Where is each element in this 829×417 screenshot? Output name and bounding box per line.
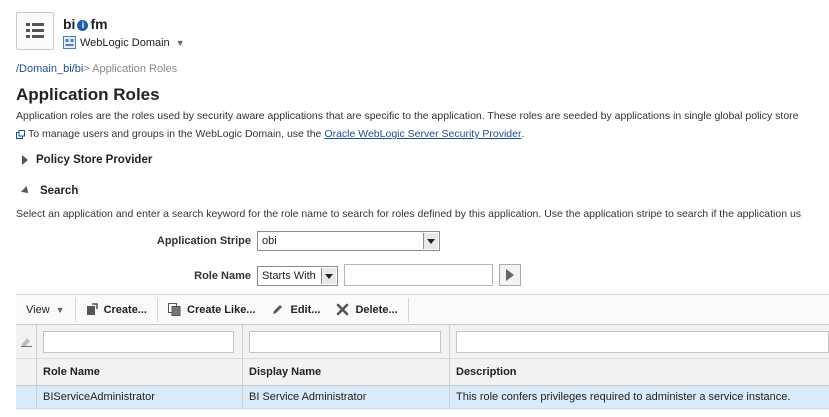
search-description: Select an application and enter a search… bbox=[16, 208, 802, 220]
display-name-filter-cell bbox=[243, 325, 450, 358]
security-provider-link[interactable]: Oracle WebLogic Server Security Provider bbox=[324, 128, 521, 140]
search-section-toggle[interactable]: Search bbox=[21, 185, 79, 197]
table-row[interactable]: BIServiceAdministrator BI Service Admini… bbox=[16, 386, 829, 409]
create-like-button[interactable]: Create Like... bbox=[160, 295, 263, 325]
role-name-label: Role Name bbox=[194, 270, 251, 282]
create-button[interactable]: Create... bbox=[78, 295, 155, 325]
info-icon[interactable]: i bbox=[77, 20, 89, 31]
role-name-filter-input[interactable] bbox=[43, 330, 234, 353]
match-operator-value: Starts With bbox=[262, 270, 316, 282]
toolbar-divider bbox=[157, 297, 158, 322]
toolbar-divider bbox=[407, 297, 409, 322]
target-name: bi i fm bbox=[63, 16, 108, 32]
collapse-icon bbox=[21, 186, 31, 196]
breadcrumb-separator: > bbox=[83, 63, 90, 75]
filter-eraser-icon bbox=[20, 338, 32, 347]
weblogic-domain-menu[interactable]: WebLogic Domain ▼ bbox=[63, 36, 185, 49]
chevron-down-icon: ▼ bbox=[55, 304, 65, 315]
role-name-filter-cell bbox=[37, 325, 243, 358]
dropdown-arrow-icon bbox=[321, 268, 336, 284]
breadcrumb: /Domain_bi/bi> Application Roles bbox=[16, 63, 177, 75]
page-title: Application Roles bbox=[16, 85, 160, 104]
description-filter-cell bbox=[450, 325, 829, 358]
pencil-icon bbox=[273, 305, 283, 314]
column-header-role-name[interactable]: Role Name bbox=[37, 359, 243, 385]
manage-end: . bbox=[521, 128, 525, 140]
expand-icon bbox=[22, 155, 28, 165]
chevron-down-icon: ▼ bbox=[175, 37, 185, 48]
row-header-spacer bbox=[16, 359, 37, 385]
table-toolbar: View ▼ Create... Create Like... Edit... … bbox=[16, 294, 829, 324]
application-stripe-select[interactable]: obi bbox=[257, 231, 440, 251]
column-header-description[interactable]: Description bbox=[450, 359, 829, 385]
edit-label: Edit... bbox=[290, 303, 321, 316]
breadcrumb-current: Application Roles bbox=[92, 63, 178, 75]
delete-icon bbox=[337, 303, 349, 316]
navigator-button[interactable] bbox=[16, 12, 54, 50]
domain-label: WebLogic Domain bbox=[80, 36, 170, 49]
copy-icon bbox=[168, 303, 181, 316]
row-selector[interactable] bbox=[16, 386, 37, 408]
play-arrow-icon bbox=[506, 269, 514, 281]
breadcrumb-link[interactable]: /Domain_bi/bi bbox=[16, 63, 83, 75]
manage-text: To manage users and groups in the WebLog… bbox=[28, 128, 322, 140]
view-label: View bbox=[26, 303, 50, 316]
create-icon bbox=[86, 303, 98, 315]
toolbar-divider bbox=[74, 297, 76, 322]
filter-toggle[interactable] bbox=[16, 325, 37, 358]
edit-button[interactable]: Edit... bbox=[263, 295, 328, 325]
delete-label: Delete... bbox=[355, 303, 398, 316]
external-link-icon bbox=[16, 129, 25, 139]
policy-store-provider-toggle[interactable]: Policy Store Provider bbox=[22, 154, 152, 166]
domain-icon bbox=[63, 36, 76, 49]
display-name-cell: BI Service Administrator bbox=[243, 386, 450, 408]
filter-row bbox=[16, 325, 829, 359]
create-label: Create... bbox=[103, 303, 147, 316]
manage-users-note: To manage users and groups in the WebLog… bbox=[16, 128, 524, 140]
delete-button[interactable]: Delete... bbox=[328, 295, 405, 325]
create-like-label: Create Like... bbox=[187, 303, 256, 316]
application-stripe-label: Application Stripe bbox=[156, 235, 251, 247]
description-filter-input[interactable] bbox=[456, 330, 829, 353]
application-stripe-value: obi bbox=[262, 235, 277, 247]
roles-table: Role Name Display Name Description BISer… bbox=[16, 324, 829, 409]
column-header-display-name[interactable]: Display Name bbox=[243, 359, 450, 385]
role-name-cell: BIServiceAdministrator bbox=[37, 386, 243, 408]
table-header-row: Role Name Display Name Description bbox=[16, 359, 829, 386]
search-section-label: Search bbox=[40, 185, 79, 197]
brand-suffix: fm bbox=[90, 16, 108, 32]
view-menu[interactable]: View ▼ bbox=[16, 295, 73, 325]
page-description: Application roles are the roles used by … bbox=[16, 110, 799, 122]
match-operator-select[interactable]: Starts With bbox=[257, 266, 338, 286]
navigator-menu-icon bbox=[26, 23, 44, 38]
display-name-filter-input[interactable] bbox=[249, 330, 441, 353]
description-cell: This role confers privileges required to… bbox=[456, 391, 791, 403]
role-name-input[interactable] bbox=[344, 264, 493, 286]
search-go-button[interactable] bbox=[499, 264, 521, 286]
dropdown-arrow-icon bbox=[423, 233, 438, 249]
brand-prefix: bi bbox=[63, 16, 76, 32]
policy-store-label: Policy Store Provider bbox=[36, 154, 153, 166]
